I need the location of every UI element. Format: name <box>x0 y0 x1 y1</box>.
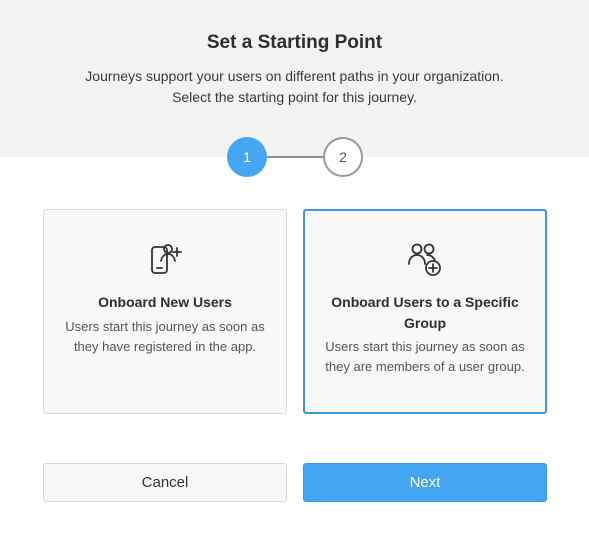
step-2[interactable]: 2 <box>323 137 363 177</box>
card-onboard-group[interactable]: Onboard Users to a Specific Group Users … <box>303 209 547 414</box>
cancel-button[interactable]: Cancel <box>43 463 287 502</box>
card-title: Onboard Users to a Specific Group <box>331 294 519 331</box>
stepper-connector <box>267 156 323 158</box>
group-add-icon <box>408 243 441 276</box>
card-description: Users start this journey as soon as they… <box>325 339 525 374</box>
phone-add-user-icon <box>151 244 182 274</box>
card-onboard-new-users[interactable]: Onboard New Users Users start this journ… <box>43 209 287 414</box>
card-description: Users start this journey as soon as they… <box>65 319 265 354</box>
card-title: Onboard New Users <box>98 294 232 310</box>
next-button[interactable]: Next <box>303 463 547 502</box>
progress-stepper: 1 2 <box>0 0 589 200</box>
step-1[interactable]: 1 <box>227 137 267 177</box>
